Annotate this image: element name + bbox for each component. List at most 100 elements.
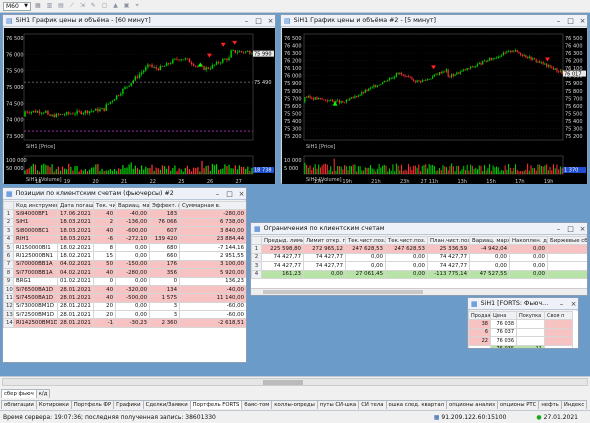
table-row[interactable]: 13 Si72500BM1D 28.01.2021 20 0,00 3 -60,00: [3, 310, 246, 320]
volume-bar: [66, 169, 68, 174]
column-header[interactable]: Вариац. маржа: [469, 236, 510, 246]
column-header[interactable]: Накоплен. доход: [509, 236, 548, 246]
column-header[interactable]: Своя п: [544, 311, 573, 321]
table-row[interactable]: 2 74 427,77 74 427,77 0,00 0,00 74 427,77 0,00…: [251, 252, 587, 263]
table-row[interactable]: 8 Si77000BB1A 04.02.2021 40 -280,00 356 5 920,…: [3, 268, 246, 278]
workspace-scrollbar[interactable]: [2, 378, 588, 386]
volume-bar: [356, 171, 358, 174]
maximize-button[interactable]: □: [225, 190, 234, 198]
table-row[interactable]: 4 161,23 0,00 27 061,45 0,00 -113 775,14 47 52…: [251, 269, 587, 279]
candle-body: [544, 63, 546, 65]
table-row[interactable]: 14 RI142500BM1D 28.01.2021 -1 -30,23 2 360 -2 …: [3, 318, 246, 328]
close-button[interactable]: ×: [237, 190, 246, 198]
table-row[interactable]: 5 RI150000BI1 18.02.2021 8 0,00 680 -7 144,16: [3, 242, 246, 253]
candle-body: [347, 99, 349, 101]
cell-value: 74 427,77: [427, 261, 470, 271]
maximize-button[interactable]: □: [566, 225, 575, 233]
column-header[interactable]: Эффект. цена: [149, 201, 180, 211]
tab-2[interactable]: Котировки: [35, 400, 72, 409]
table-row[interactable]: 6 RI125000BN1 18.02.2021 15 0,00 660 2 951,55: [3, 251, 246, 261]
tab-5[interactable]: Сделки/Заявки: [142, 400, 191, 409]
close-button[interactable]: ×: [578, 17, 587, 25]
volume-bar: [466, 164, 468, 174]
cell-vm: -136,00: [115, 217, 150, 228]
tab-15[interactable]: Индекс: [560, 400, 588, 409]
limits-hscrollbar[interactable]: [251, 288, 587, 295]
chart1-plot[interactable]: 76 500 76 000 75 500 75 000 74 500 74 000 73 5…: [4, 28, 275, 184]
minimize-button[interactable]: –: [554, 225, 563, 233]
close-button[interactable]: ×: [578, 225, 587, 233]
column-header[interactable]: План.чист.поз.: [427, 236, 470, 246]
column-header[interactable]: Тек. чист. поз.: [93, 201, 116, 211]
tab-7[interactable]: баяс-том: [241, 400, 273, 409]
tab-12[interactable]: опционы анализ: [445, 400, 498, 409]
maximize-button[interactable]: □: [566, 17, 575, 25]
minimize-button[interactable]: –: [213, 190, 222, 198]
close-button[interactable]: ×: [266, 17, 275, 25]
cell-price: 0: [149, 276, 180, 286]
volume-bar: [350, 166, 353, 174]
column-header[interactable]: Тек.чист.поз. (под ...: [385, 236, 428, 246]
tab-2[interactable]: к/д: [35, 389, 51, 398]
table-row[interactable]: 12 Si73000BM1D 28.01.2021 20 0,00 3 -60,00: [3, 301, 246, 312]
volume-bar: [402, 170, 404, 174]
tab-13[interactable]: опционы РТС: [496, 400, 540, 409]
cell-sum: -60,00: [179, 310, 246, 320]
column-header[interactable]: Цена: [490, 311, 517, 321]
column-header[interactable]: Код инструмента: [13, 201, 58, 211]
column-header[interactable]: Дата погаш.: [57, 201, 94, 211]
volume-bar: [444, 166, 446, 174]
minimize-button[interactable]: –: [242, 17, 251, 25]
tab-1[interactable]: сбер фьюч: [1, 389, 37, 398]
orderbook-row[interactable]: 76 03511: [468, 344, 573, 348]
column-header[interactable]: Биржевые сборы: [547, 236, 587, 246]
tab-9[interactable]: путы СИ-шка: [316, 400, 360, 409]
table-row[interactable]: 2 SiH1 18.03.2021 2 -136,00 76 066 6 738,00: [3, 217, 246, 228]
column-header[interactable]: Вариац. маржа: [115, 201, 150, 211]
volume-bar: [345, 166, 347, 174]
orderbook-row[interactable]: 38 76 038: [468, 319, 573, 329]
time-tick-label: 15h: [486, 179, 496, 184]
tab-3[interactable]: Портфель ФР: [70, 400, 115, 409]
tab-11[interactable]: ошка след. квартал: [385, 400, 447, 409]
volume-tick-label: 50 000: [6, 166, 24, 172]
table-row[interactable]: 4 RIH1 18.03.2021 -6 -272,10 139 420 23 884,44: [3, 234, 246, 244]
table-row[interactable]: 7 Si70000BB1A 04.02.2021 50 -150,00 176 3 100,…: [3, 259, 246, 270]
table-row[interactable]: 3 Si80000BC1 18.03.2021 40 -600,00 607 3 840,0…: [3, 226, 246, 236]
header-row: Предыд. лимит откр. п...Лимит откр. пози…: [251, 236, 587, 246]
tab-6[interactable]: Портфель FORTS: [189, 400, 243, 409]
chart2-plot[interactable]: 76 500 76 500 76 400 76 400 76 300 76 300 76 2…: [282, 28, 587, 184]
volume-bar: [544, 165, 546, 174]
column-header[interactable]: Предыд. лимит откр. п...: [261, 236, 304, 246]
tab-10[interactable]: СИ тела: [358, 400, 387, 409]
minimize-button[interactable]: –: [557, 300, 566, 308]
column-header[interactable]: Лимит откр. позиций: [303, 236, 346, 246]
price-tick-label: 75 400: [284, 119, 302, 125]
minimize-button[interactable]: –: [554, 17, 563, 25]
column-header[interactable]: Продажа: [468, 311, 491, 321]
tab-4[interactable]: Графики: [113, 400, 144, 409]
table-row[interactable]: 1 225 598,80 272 965,12 247 628,53 247 628,5…: [251, 244, 587, 254]
table-row[interactable]: 3 74 427,77 74 427,77 0,00 0,00 74 427,77 0,00…: [251, 261, 587, 271]
cell-vm: 0,00: [115, 301, 150, 312]
table-row[interactable]: 1 Si94000BF1 17.06.2021 40 -40,00 183 -280,00: [3, 209, 246, 219]
column-header[interactable]: Тек.чист.поз.: [345, 236, 386, 246]
tab-14[interactable]: нефть: [538, 400, 562, 409]
price-tick-label-right: 75 400: [565, 119, 583, 125]
orderbook-row[interactable]: 22 76 036: [468, 336, 573, 346]
tab-1[interactable]: облигации: [1, 400, 37, 409]
tab-8[interactable]: коллы-опреды: [271, 400, 318, 409]
table-row[interactable]: 9 BRG1 01.02.2021 0 0,00 0 136,23: [3, 276, 246, 286]
interval-select[interactable]: M60 ▼: [3, 1, 31, 11]
toolbar-icons[interactable]: ▦ ▥ ▤ ⟋ ⇲ ✎ ▢ ▲ ▣ ⌖: [35, 2, 141, 10]
table-row[interactable]: 11 Si74500BA1D 28.01.2021 40 -500,00 1 575 11 …: [3, 293, 246, 303]
maximize-button[interactable]: □: [254, 17, 263, 25]
cell-value: 74 427,77: [261, 261, 304, 271]
table-row[interactable]: 10 Si76500BA1D 28.01.2021 40 -320,00 134 -40,0…: [3, 284, 246, 295]
volume-bar: [382, 165, 384, 174]
column-header[interactable]: Суммарная в.: [179, 201, 246, 211]
column-header[interactable]: Покупка: [516, 311, 545, 321]
positions-window: ▦ Позиции по клиентским счетам (фьючерсы…: [2, 187, 247, 363]
close-button[interactable]: ×: [569, 300, 578, 308]
orderbook-row[interactable]: 6 76 037: [468, 327, 573, 338]
